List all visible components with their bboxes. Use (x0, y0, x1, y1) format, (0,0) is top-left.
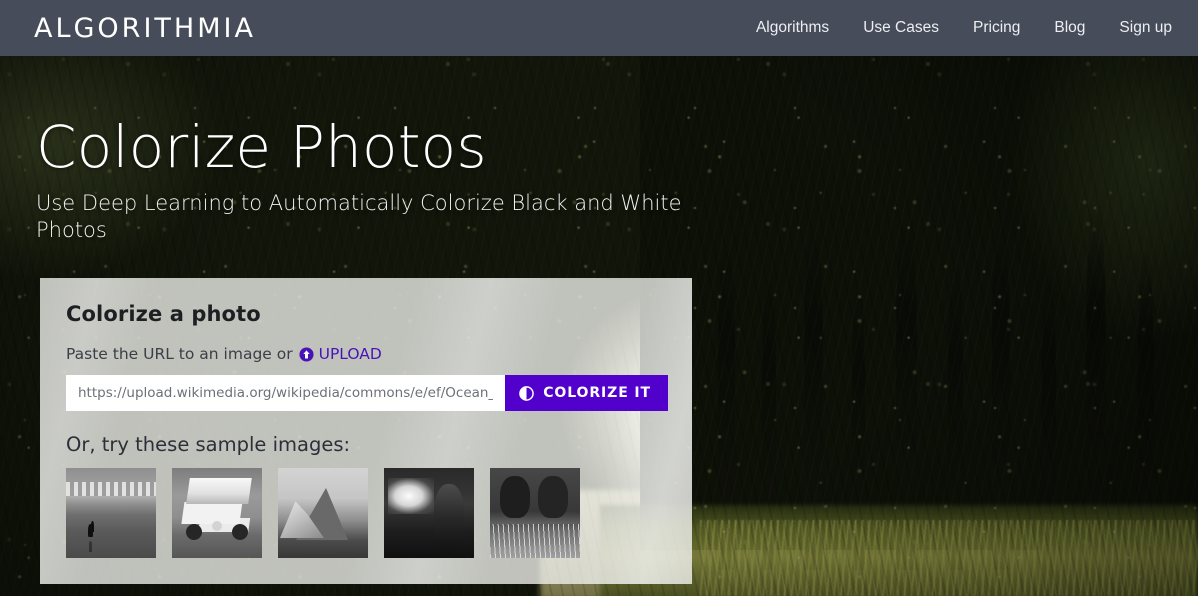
upload-link[interactable]: UPLOAD (299, 345, 382, 363)
upload-link-label: UPLOAD (318, 345, 382, 363)
top-navigation-bar: ALGORITHMIA Algorithms Use Cases Pricing… (0, 0, 1198, 56)
card-title: Colorize a photo (66, 302, 261, 326)
page-root: ALGORITHMIA Algorithms Use Cases Pricing… (0, 0, 1198, 596)
main-nav: Algorithms Use Cases Pricing Blog Sign u… (756, 19, 1172, 37)
nav-item-sign-up[interactable]: Sign up (1119, 19, 1172, 37)
url-label-text: Paste the URL to an image or (66, 345, 293, 363)
url-label-row: Paste the URL to an image or UPLOAD (66, 345, 666, 363)
colorize-card: Colorize a photo Paste the URL to an ima… (40, 278, 692, 584)
nav-item-blog[interactable]: Blog (1054, 19, 1085, 37)
sample-image-person-with-fire-smoke[interactable] (384, 468, 474, 558)
image-url-input[interactable] (66, 375, 506, 411)
samples-heading: Or, try these sample images: (66, 433, 351, 456)
page-subtitle: Use Deep Learning to Automatically Color… (36, 191, 682, 243)
sample-image-half-dome-mountain[interactable] (278, 468, 368, 558)
sample-image-sprint-race-car[interactable] (172, 468, 262, 558)
nav-item-algorithms[interactable]: Algorithms (756, 19, 829, 37)
algorithmia-logo[interactable]: ALGORITHMIA (34, 15, 256, 42)
sample-images-row (66, 468, 666, 558)
nav-item-pricing[interactable]: Pricing (973, 19, 1020, 37)
sample-image-beach-with-shorebird[interactable] (66, 468, 156, 558)
half-circle-contrast-icon (519, 385, 535, 401)
colorize-it-button[interactable]: COLORIZE IT (505, 375, 668, 411)
colorize-it-button-label: COLORIZE IT (543, 385, 651, 401)
hero-text-block: Colorize Photos Use Deep Learning to Aut… (36, 113, 716, 244)
logo-text: ALGORITHMIA (34, 12, 256, 44)
url-input-row: COLORIZE IT (66, 375, 668, 411)
upload-circle-icon (299, 346, 314, 362)
nav-item-use-cases[interactable]: Use Cases (863, 19, 939, 37)
sample-image-two-cows-in-grass[interactable] (490, 468, 580, 558)
page-title: Colorize Photos (36, 113, 487, 181)
